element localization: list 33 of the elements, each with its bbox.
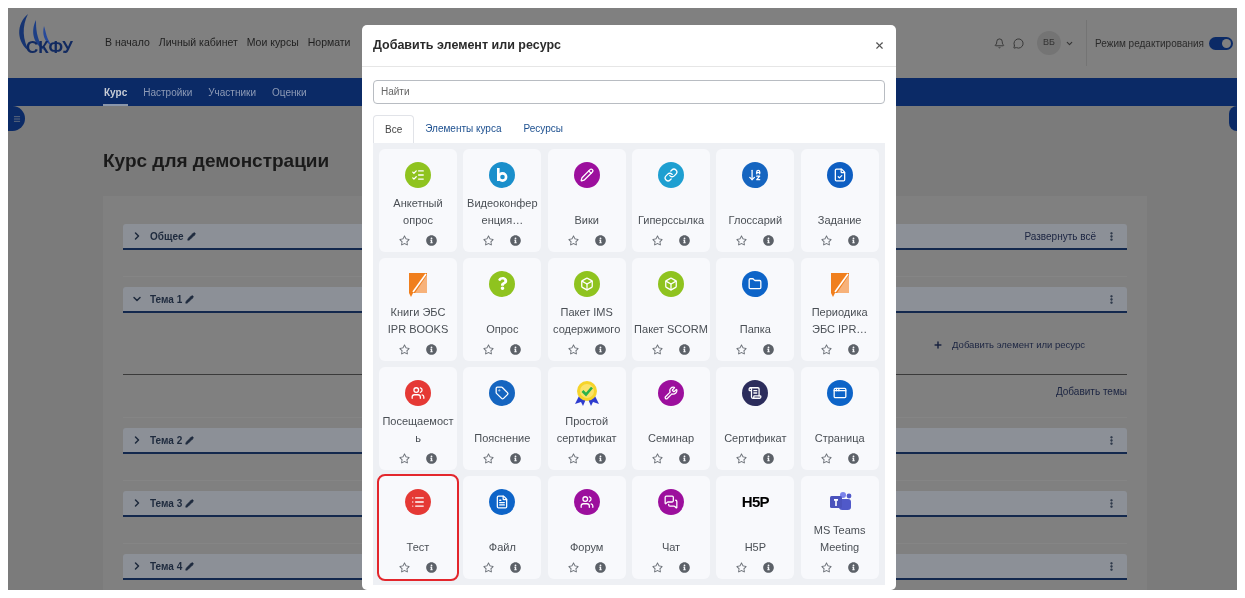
activity-name: Сертификат — [723, 430, 788, 446]
activity-name: Периодика ЭБС IPR… — [810, 304, 869, 337]
activity-name: Семинар — [646, 430, 696, 446]
activity-name: Пакет SCORM — [633, 321, 709, 337]
activity-name: Посещаемость — [381, 413, 455, 446]
activity-name: Пакет IMS содержимого — [552, 304, 622, 337]
section-title: Тема 3 — [150, 496, 183, 511]
activity-name: H5P — [743, 539, 768, 555]
activity-name: Пояснение — [473, 430, 532, 446]
activity-name: Тест — [405, 539, 431, 555]
activity-name: Папка — [738, 321, 772, 337]
section-title: Тема 2 — [150, 433, 183, 448]
activity-name: Файл — [487, 539, 517, 555]
activity-name: Анкетный опрос — [392, 195, 444, 228]
activity-name: Гиперссылка — [636, 212, 706, 228]
h5p-logo: H5P — [741, 491, 769, 512]
activity-name: Форум — [568, 539, 605, 555]
activity-name: Книги ЭБС IPR BOOKS — [386, 304, 450, 337]
edit-mode-label: Режим редактирования — [1095, 36, 1204, 51]
section-title: Тема 1 — [150, 292, 183, 307]
dialog-title: Добавить элемент или ресурс — [373, 37, 562, 55]
section-title: Общее — [150, 229, 184, 244]
activity-name: Чат — [660, 539, 682, 555]
activity-name: Страница — [813, 430, 866, 446]
activity-name: Задание — [816, 212, 863, 228]
section-title: Тема 4 — [150, 559, 183, 574]
activity-name: Глоссарий — [727, 212, 784, 228]
activity-name: Вики — [573, 212, 600, 228]
activity-name: Простой сертификат — [555, 413, 618, 446]
activity-name: Опрос — [485, 321, 520, 337]
activity-name: Видеоконференция… — [466, 195, 539, 228]
activity-name: MS Teams Meeting — [812, 522, 867, 555]
course-title: Курс для демонстрации — [103, 150, 331, 172]
